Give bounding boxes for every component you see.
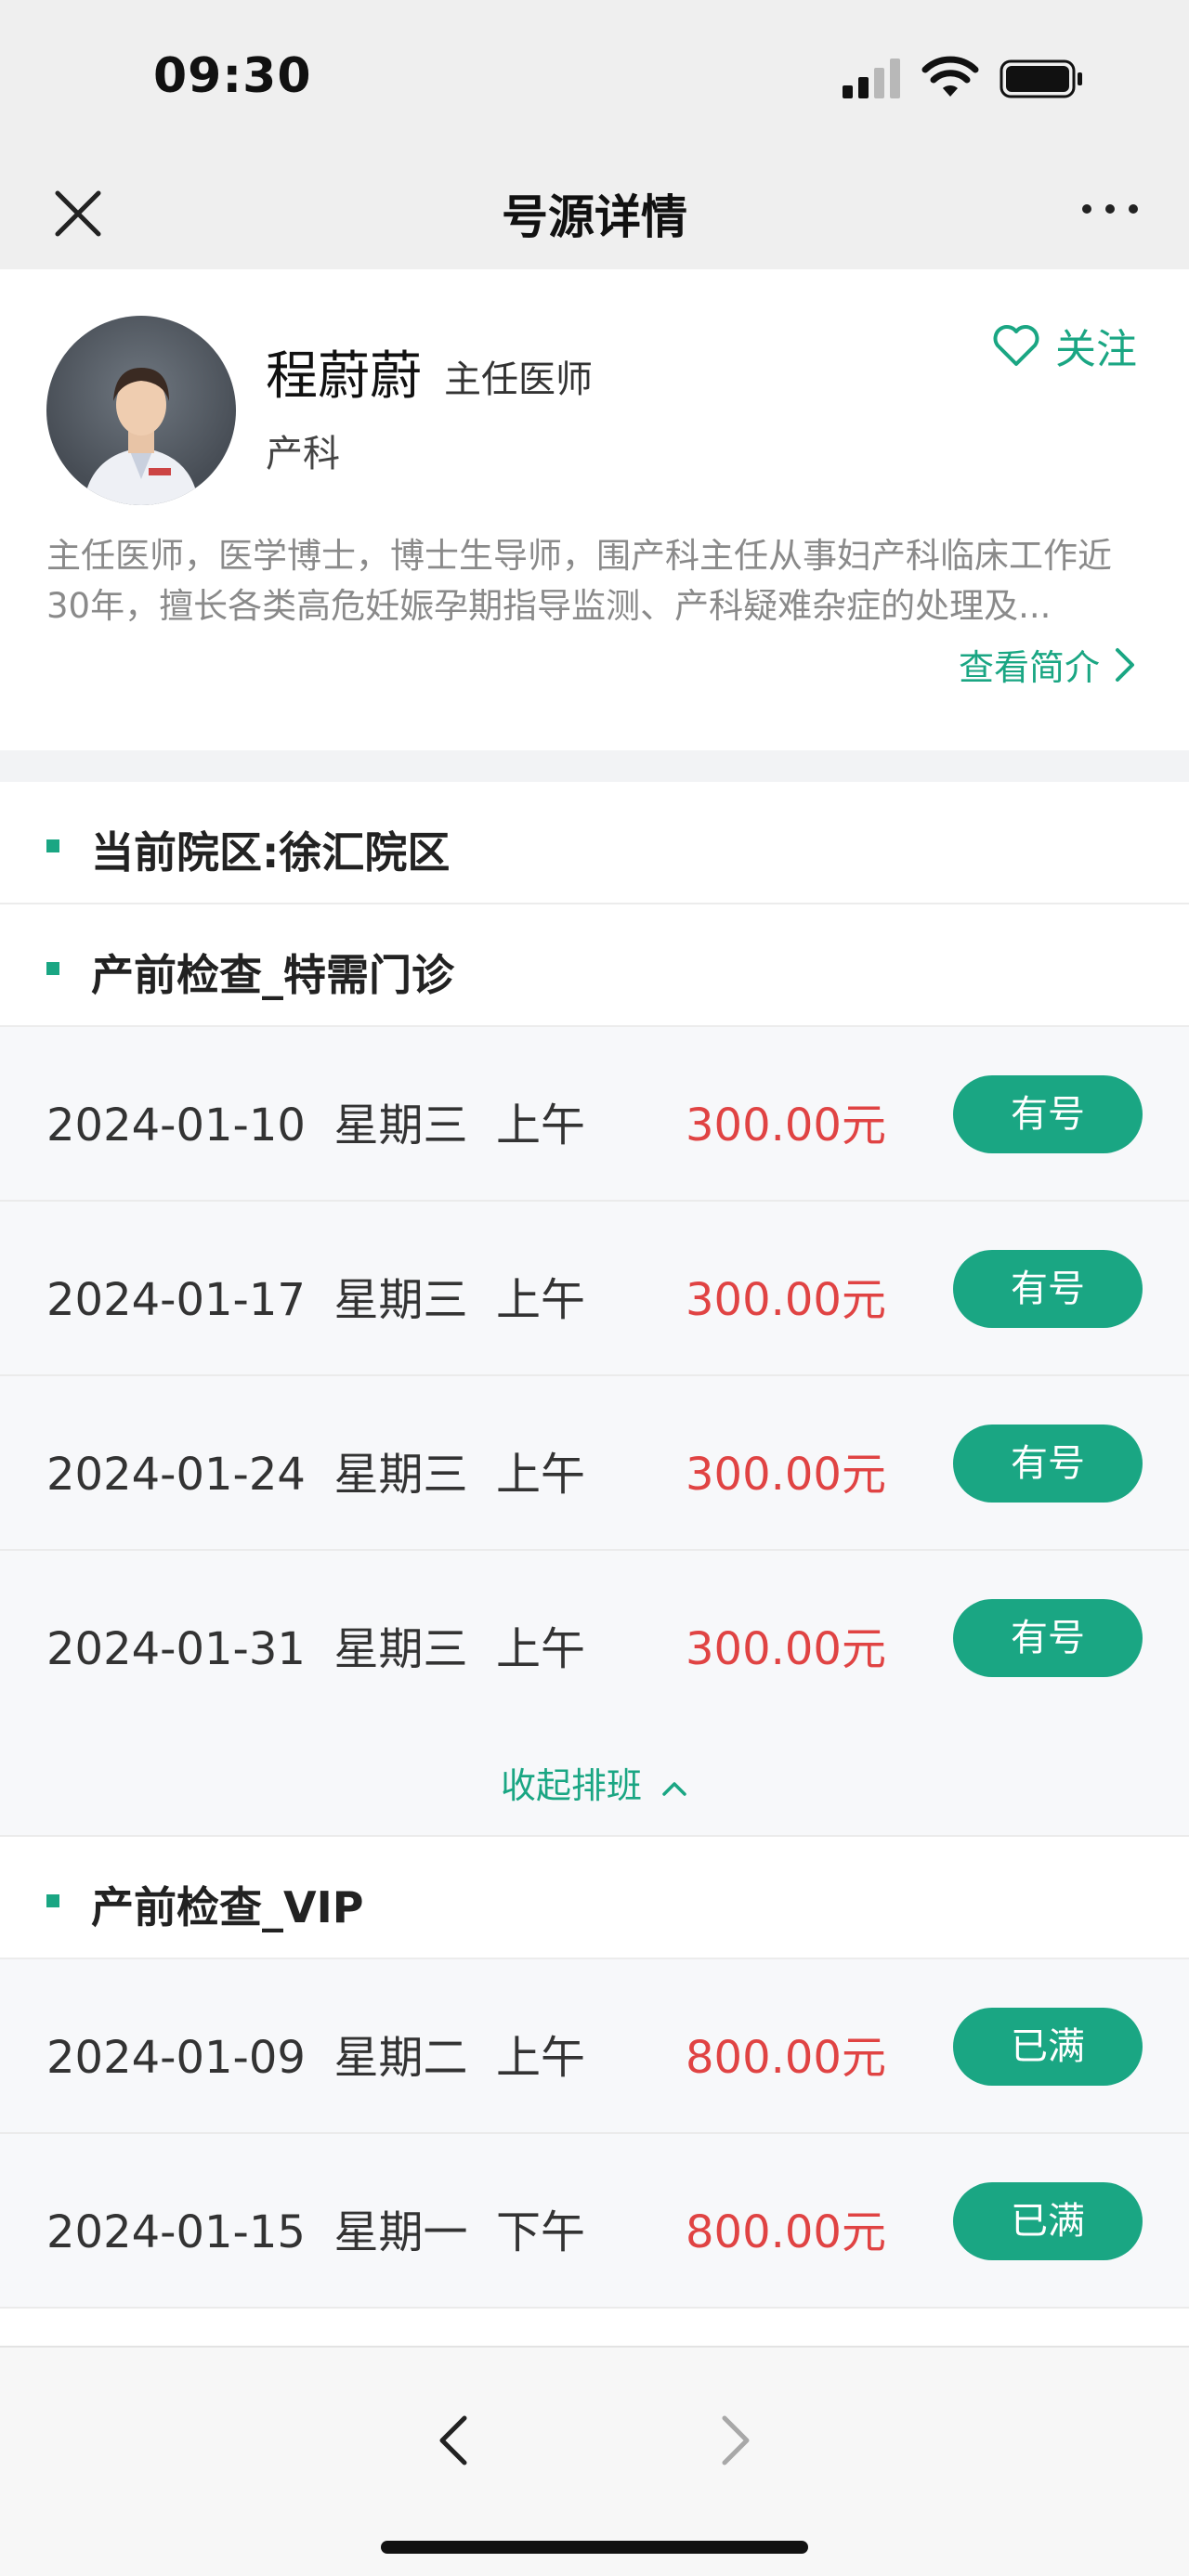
schedule-date: 2024-01-10 星期三 上午 bbox=[46, 1099, 585, 1151]
schedule-date: 2024-01-24 星期三 上午 bbox=[46, 1449, 585, 1501]
availability-button[interactable]: 有号 bbox=[953, 1075, 1143, 1153]
schedule-date: 2024-01-15 星期一 下午 bbox=[46, 2206, 585, 2258]
wifi-icon bbox=[921, 56, 979, 97]
heart-icon bbox=[993, 325, 1039, 366]
battery-icon bbox=[1000, 59, 1082, 98]
chevron-right-icon bbox=[1116, 647, 1135, 682]
doctor-name: 程蔚蔚 bbox=[266, 346, 422, 407]
doctor-card: 程蔚蔚 主任医师 产科 关注 主任医师，医学博士，博士生导师，围产科主任从事妇产… bbox=[0, 269, 1189, 750]
schedule-row: 2024-01-15 星期一 下午 800.00元 已满 bbox=[0, 2134, 1189, 2309]
status-time: 09:30 bbox=[153, 48, 312, 104]
browser-toolbar bbox=[0, 2346, 1189, 2576]
doctor-department: 产科 bbox=[266, 433, 340, 475]
availability-button[interactable]: 已满 bbox=[953, 2182, 1143, 2260]
schedule-price: 300.00元 bbox=[686, 1449, 886, 1501]
section-title: 产前检查_特需门诊 bbox=[91, 950, 454, 1000]
doctor-title: 主任医师 bbox=[444, 358, 593, 401]
bullet-icon bbox=[46, 962, 59, 975]
schedule-row: 2024-01-09 星期二 上午 800.00元 已满 bbox=[0, 1959, 1189, 2134]
availability-button[interactable]: 有号 bbox=[953, 1599, 1143, 1677]
collapse-schedule-button[interactable]: 收起排班 bbox=[0, 1724, 1189, 1837]
schedule-section-header: 产前检查_特需门诊 bbox=[0, 904, 1189, 1027]
doctor-avatar bbox=[46, 316, 236, 505]
collapse-schedule-label: 收起排班 bbox=[500, 1765, 642, 1806]
schedule-row: 2024-01-31 星期三 上午 300.00元 有号 bbox=[0, 1551, 1189, 1725]
schedule-section-header: 产前检查_VIP bbox=[0, 1837, 1189, 1959]
cellular-signal-icon bbox=[843, 59, 900, 98]
schedule-row: 2024-01-24 星期三 上午 300.00元 有号 bbox=[0, 1376, 1189, 1551]
back-arrow-icon[interactable] bbox=[429, 2411, 479, 2470]
schedule-price: 300.00元 bbox=[686, 1274, 886, 1326]
doctor-intro: 主任医师，医学博士，博士生导师，围产科主任从事妇产科临床工作近30年，擅长各类高… bbox=[46, 536, 1112, 626]
page-title: 号源详情 bbox=[502, 190, 687, 244]
campus-header: 当前院区:徐汇院区 bbox=[0, 782, 1189, 904]
bullet-icon bbox=[46, 1894, 59, 1907]
forward-arrow-icon[interactable] bbox=[710, 2411, 760, 2470]
follow-button[interactable]: 关注 bbox=[992, 318, 1137, 373]
bullet-icon bbox=[46, 839, 59, 852]
availability-button[interactable]: 已满 bbox=[953, 2008, 1143, 2086]
schedule-price: 300.00元 bbox=[686, 1623, 886, 1675]
follow-label: 关注 bbox=[1055, 326, 1137, 373]
schedule-date: 2024-01-09 星期二 上午 bbox=[46, 2032, 585, 2084]
navigation-bar: 号源详情 bbox=[0, 149, 1189, 269]
schedule-price: 300.00元 bbox=[686, 1099, 886, 1151]
schedule-price: 800.00元 bbox=[686, 2032, 886, 2084]
more-icon[interactable] bbox=[1078, 186, 1143, 232]
schedule-row: 2024-01-17 星期三 上午 300.00元 有号 bbox=[0, 1202, 1189, 1376]
section-divider bbox=[0, 750, 1189, 782]
schedule-row: 2024-01-10 星期三 上午 300.00元 有号 bbox=[0, 1027, 1189, 1202]
schedule-date: 2024-01-31 星期三 上午 bbox=[46, 1623, 585, 1675]
availability-button[interactable]: 有号 bbox=[953, 1425, 1143, 1503]
schedule-date: 2024-01-17 星期三 上午 bbox=[46, 1274, 585, 1326]
view-intro-link[interactable]: 查看简介 bbox=[959, 639, 1137, 690]
view-intro-label: 查看简介 bbox=[959, 647, 1101, 688]
schedule-price: 800.00元 bbox=[686, 2206, 886, 2258]
chevron-up-icon bbox=[662, 1781, 686, 1796]
status-bar: 09:30 bbox=[0, 0, 1189, 149]
section-title: 产前检查_VIP bbox=[91, 1882, 364, 1932]
campus-label: 当前院区:徐汇院区 bbox=[91, 827, 451, 878]
home-indicator bbox=[381, 2541, 808, 2554]
availability-button[interactable]: 有号 bbox=[953, 1250, 1143, 1328]
